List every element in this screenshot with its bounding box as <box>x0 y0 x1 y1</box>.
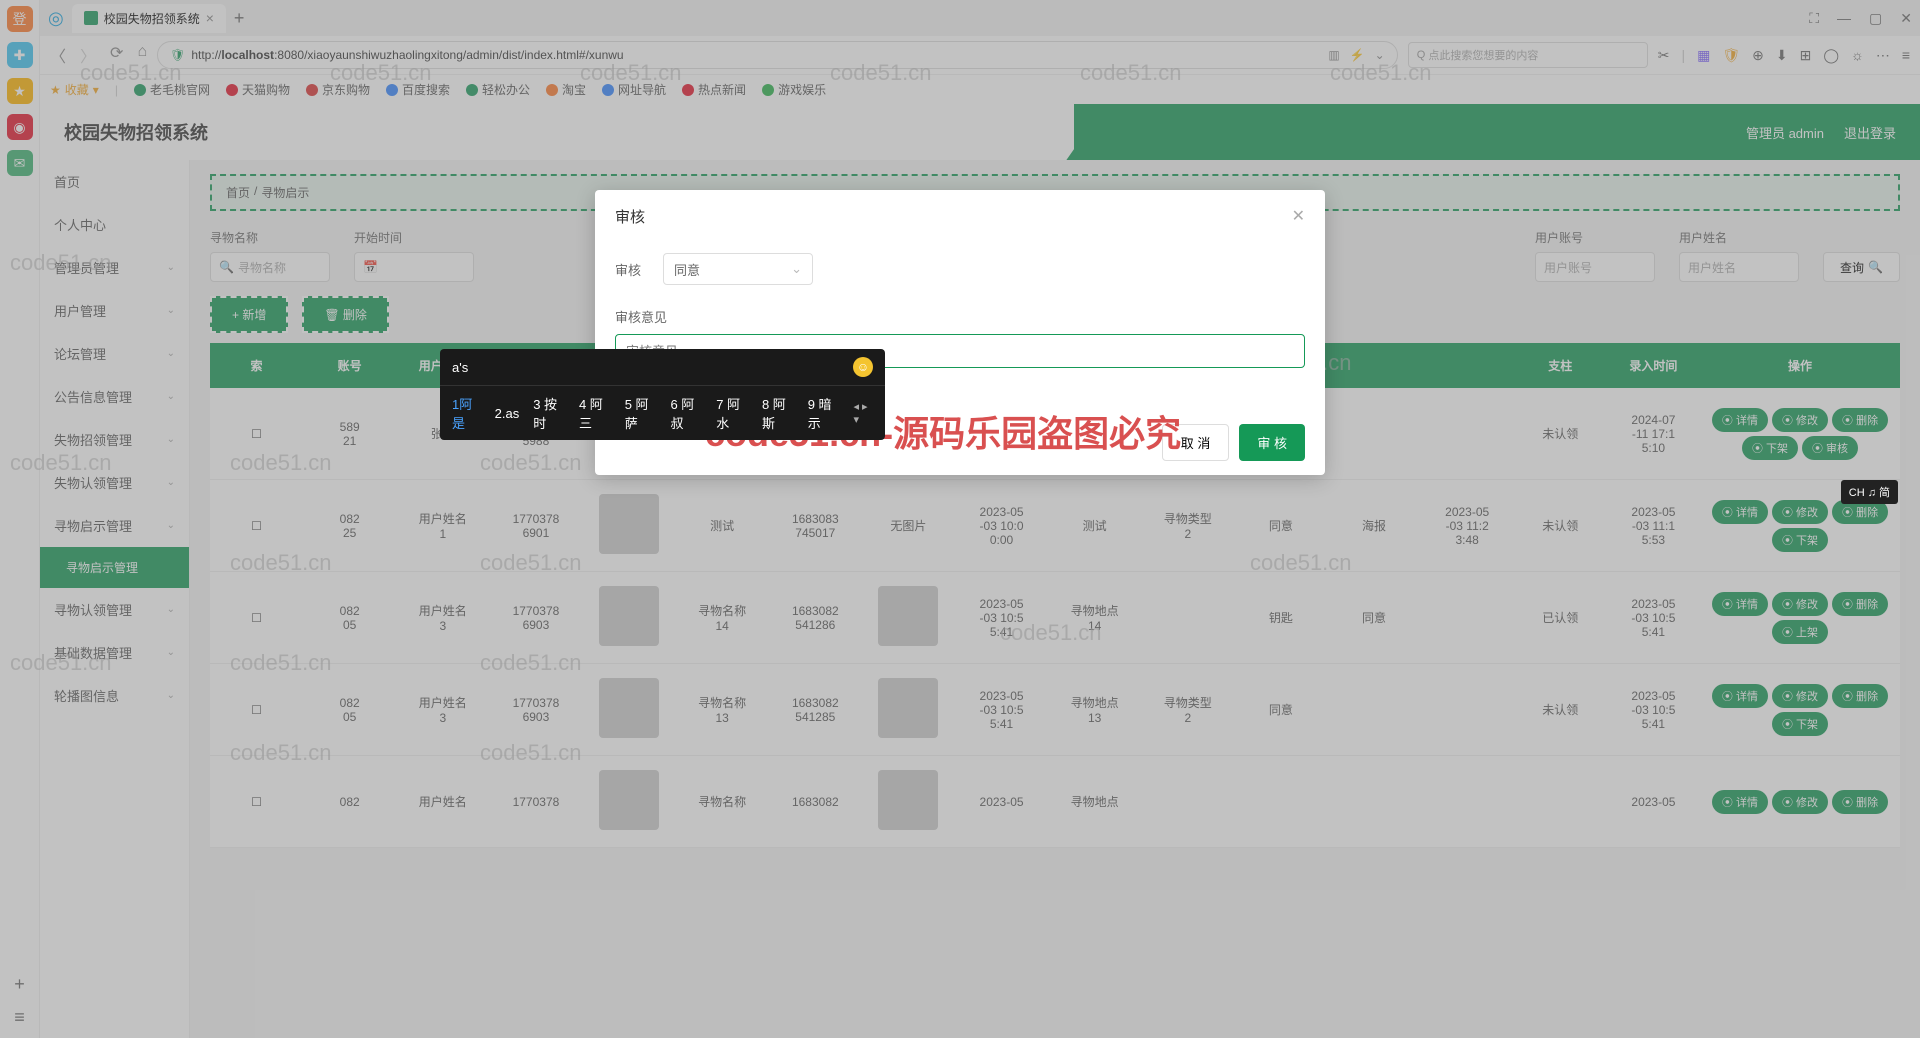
ime-candidate[interactable]: 1阿是 <box>452 394 481 432</box>
ime-candidate[interactable]: 9 暗示 <box>808 394 840 432</box>
cancel-button[interactable]: 取 消 <box>1162 424 1230 461</box>
ime-nav-icon[interactable]: ◂ ▸ ▾ <box>853 400 873 426</box>
ime-candidate[interactable]: 2.as <box>495 406 520 421</box>
modal-overlay[interactable] <box>0 0 1920 1038</box>
close-icon[interactable]: ✕ <box>1292 206 1305 227</box>
emoji-icon[interactable]: ☺ <box>853 357 873 377</box>
modal-title: 审核 <box>615 206 645 227</box>
audit-select[interactable]: 同意 ⌄ <box>663 253 813 285</box>
ime-candidate[interactable]: 4 阿三 <box>579 394 611 432</box>
ime-candidate[interactable]: 8 阿斯 <box>762 394 794 432</box>
ime-candidate[interactable]: 5 阿萨 <box>625 394 657 432</box>
ime-input-text: a's <box>452 360 468 375</box>
chevron-down-icon: ⌄ <box>791 261 802 277</box>
ime-candidate[interactable]: 7 阿水 <box>716 394 748 432</box>
lang-badge[interactable]: CH ♫ 简 <box>1841 480 1898 504</box>
ime-popup: a's ☺ 1阿是 2.as 3 按时 4 阿三 5 阿萨 6 阿叔 7 阿水 8 阿斯 9 暗… <box>440 349 885 440</box>
ime-candidate[interactable]: 6 阿叔 <box>670 394 702 432</box>
ime-candidate[interactable]: 3 按时 <box>533 394 565 432</box>
confirm-button[interactable]: 审 核 <box>1239 424 1305 461</box>
